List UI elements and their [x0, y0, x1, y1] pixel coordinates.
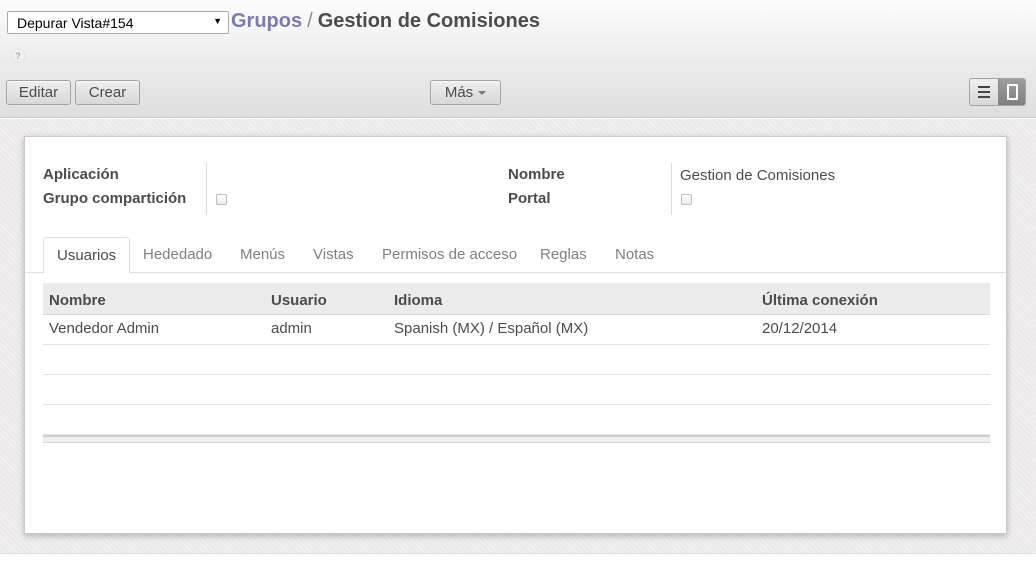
field-divider	[206, 163, 207, 215]
cell-name: Vendedor Admin	[49, 320, 160, 337]
create-button[interactable]: Crear	[75, 80, 140, 105]
tab-users[interactable]: Usuarios	[43, 237, 131, 274]
form-background: Aplicación Grupo compartición Nombre Por…	[0, 119, 1036, 553]
caret-down-icon	[478, 91, 487, 96]
share-group-checkbox[interactable]	[216, 194, 227, 205]
form-icon	[1007, 84, 1018, 100]
tab-rules[interactable]: Reglas	[540, 237, 587, 273]
tab-menus[interactable]: Menús	[240, 237, 285, 273]
dropdown-arrow-icon: ▼	[213, 16, 222, 26]
view-switcher	[969, 78, 1026, 106]
portal-label: Portal	[508, 190, 551, 207]
page-title: Gestion de Comisiones	[317, 10, 540, 32]
list-icon	[978, 86, 990, 98]
more-button[interactable]: Más	[430, 80, 501, 105]
name-label: Nombre	[508, 166, 565, 183]
empty-row	[43, 375, 990, 405]
edit-button[interactable]: Editar	[6, 80, 71, 105]
form-sheet: Aplicación Grupo compartición Nombre Por…	[24, 136, 1007, 534]
column-header-name[interactable]: Nombre	[49, 292, 106, 309]
cell-language: Spanish (MX) / Español (MX)	[394, 320, 589, 337]
breadcrumb-separator: /	[307, 10, 313, 32]
users-table: Nombre Usuario Idioma Última conexión Ve…	[43, 283, 990, 443]
debug-view-select[interactable]: Depurar Vista#154 ▼	[7, 11, 229, 34]
column-header-last-login[interactable]: Última conexión	[762, 292, 878, 309]
control-panel: Depurar Vista#154 ▼ Grupos / Gestion de Co…	[0, 0, 1036, 118]
tab-access-rights[interactable]: Permisos de acceso	[382, 237, 517, 273]
column-header-login[interactable]: Usuario	[271, 292, 327, 309]
breadcrumb-link-groups[interactable]: Grupos	[231, 10, 302, 32]
list-view-button[interactable]	[970, 79, 998, 105]
cell-login: admin	[271, 320, 312, 337]
notebook-tabs: Usuarios Hededado Menús Vistas Permisos …	[25, 237, 1006, 274]
table-header: Nombre Usuario Idioma Última conexión	[43, 283, 990, 315]
portal-checkbox[interactable]	[681, 194, 692, 205]
share-group-label: Grupo compartición	[43, 190, 187, 207]
table-footer	[43, 435, 990, 443]
column-header-language[interactable]: Idioma	[394, 292, 442, 309]
help-icon[interactable]: ?	[11, 49, 25, 63]
field-divider	[671, 163, 672, 215]
tab-views[interactable]: Vistas	[313, 237, 354, 273]
form-view-button[interactable]	[998, 79, 1025, 105]
tab-inherited[interactable]: Hededado	[143, 237, 212, 273]
application-label: Aplicación	[43, 166, 119, 183]
breadcrumb: Grupos / Gestion de Comisiones	[231, 10, 540, 33]
table-row[interactable]: Vendedor Admin admin Spanish (MX) / Espa…	[43, 315, 990, 345]
name-field[interactable]: Gestion de Comisiones	[680, 167, 835, 184]
empty-row	[43, 345, 990, 375]
empty-row	[43, 405, 990, 435]
more-button-label: Más	[444, 84, 474, 101]
debug-view-select-value: Depurar Vista#154	[17, 15, 134, 31]
tab-notes[interactable]: Notas	[615, 237, 654, 273]
page-bottom	[0, 553, 1036, 573]
cell-last-login: 20/12/2014	[762, 320, 838, 337]
